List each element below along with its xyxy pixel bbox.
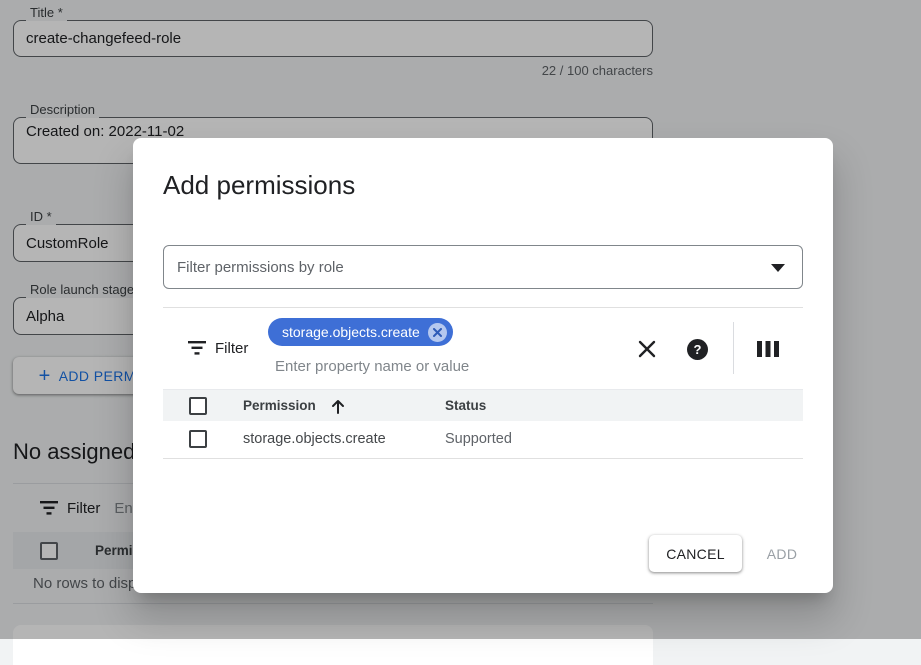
filter-chip-label: storage.objects.create [282, 324, 420, 340]
select-all-checkbox[interactable] [189, 397, 207, 415]
clear-filter-button[interactable] [637, 339, 657, 359]
filter-chip[interactable]: storage.objects.create [268, 318, 453, 346]
dialog-title: Add permissions [163, 170, 355, 201]
sort-ascending-icon[interactable] [329, 398, 347, 416]
add-button[interactable]: ADD [751, 535, 813, 572]
column-display-button[interactable] [757, 341, 779, 357]
filter-icon [188, 341, 206, 355]
cancel-button[interactable]: CANCEL [649, 535, 742, 572]
row-permission: storage.objects.create [243, 431, 386, 447]
filter-by-role-placeholder: Filter permissions by role [177, 259, 344, 276]
row-status: Supported [445, 431, 512, 447]
divider [163, 307, 803, 308]
chevron-down-icon [771, 264, 785, 272]
columns-icon [757, 341, 779, 357]
status-column-header[interactable]: Status [445, 398, 486, 413]
row-checkbox[interactable] [189, 430, 207, 448]
dialog-table-header: Permission Status [163, 389, 803, 421]
divider [733, 322, 734, 374]
table-row[interactable]: storage.objects.create Supported [163, 421, 803, 459]
help-button[interactable]: ? [687, 339, 708, 360]
permission-column-header[interactable]: Permission [243, 398, 316, 413]
chip-remove-icon[interactable] [428, 323, 447, 342]
close-icon [637, 339, 657, 359]
filter-by-role-select[interactable]: Filter permissions by role [163, 245, 803, 289]
add-permissions-dialog: Add permissions Filter permissions by ro… [133, 138, 833, 593]
dialog-filter-input[interactable]: Enter property name or value [275, 358, 469, 375]
dialog-filter-label: Filter [215, 340, 248, 357]
help-icon: ? [694, 342, 702, 357]
